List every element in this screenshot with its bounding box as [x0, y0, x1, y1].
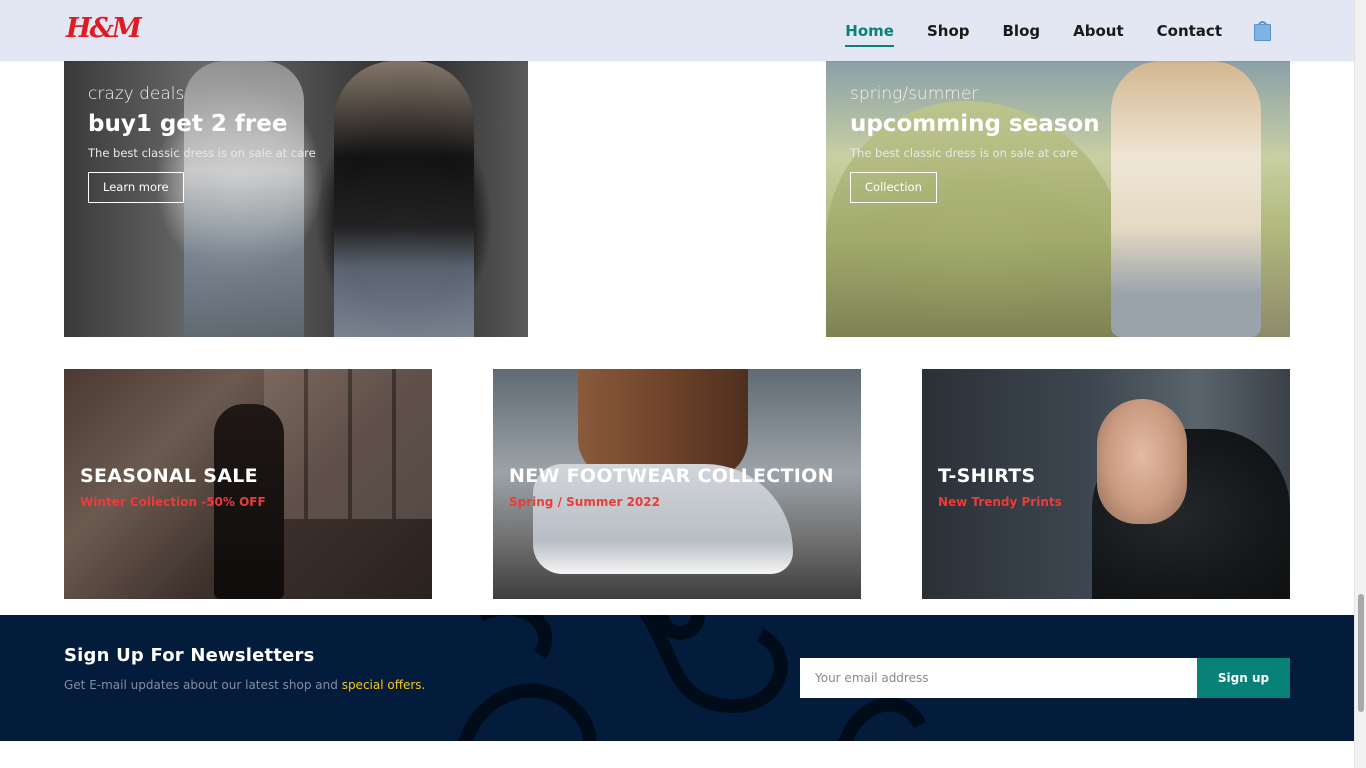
card-text: SEASONAL SALE Winter Collection -50% OFF: [80, 464, 266, 510]
banner-crazy-deals: crazy deals buy1 get 2 free The best cla…: [64, 61, 528, 337]
banner-upcoming-season: spring/summer upcomming season The best …: [826, 61, 1290, 337]
newsletter-description: Get E-mail updates about our latest shop…: [64, 678, 425, 692]
banner-description: The best classic dress is on sale at car…: [850, 146, 1078, 160]
card-subtitle: New Trendy Prints: [938, 495, 1062, 509]
nav-blog[interactable]: Blog: [1003, 21, 1041, 41]
banner-text: spring/summer upcomming season The best …: [850, 81, 1100, 203]
tshirts-card[interactable]: T-SHIRTS New Trendy Prints: [922, 369, 1290, 599]
nav-about[interactable]: About: [1073, 21, 1124, 41]
banner-headline: buy1 get 2 free: [88, 111, 288, 137]
email-input[interactable]: [800, 658, 1197, 698]
card-title: NEW FOOTWEAR COLLECTION: [509, 465, 834, 487]
special-offers-highlight: special offers.: [341, 678, 426, 692]
nav-home[interactable]: Home: [845, 21, 894, 47]
brand-logo[interactable]: H&M: [66, 10, 142, 48]
card-photo-face: [1097, 399, 1187, 524]
newsletter-description-text: Get E-mail updates about our latest shop…: [64, 678, 342, 692]
card-photo-background: [264, 369, 432, 519]
banner-photo-woman: [334, 61, 474, 337]
banner-headline: upcomming season: [850, 111, 1100, 137]
page-scrollbar[interactable]: [1354, 0, 1366, 768]
banner-text: crazy deals buy1 get 2 free The best cla…: [88, 81, 316, 203]
card-title: SEASONAL SALE: [80, 465, 258, 487]
scrollbar-thumb[interactable]: [1358, 594, 1364, 712]
learn-more-button[interactable]: Learn more: [88, 172, 184, 203]
newsletter-section: Sign Up For Newsletters Get E-mail updat…: [0, 615, 1354, 741]
card-text: T-SHIRTS New Trendy Prints: [938, 464, 1062, 510]
main-nav: Home Shop Blog About Contact: [812, 0, 1272, 61]
logo-text: H&M: [66, 13, 142, 44]
card-subtitle: Winter Collection -50% OFF: [80, 495, 266, 509]
sign-up-button[interactable]: Sign up: [1197, 658, 1290, 698]
card-subtitle: Spring / Summer 2022: [509, 495, 660, 509]
banner-kicker: spring/summer: [850, 84, 979, 104]
banner-photo-model: [1111, 61, 1261, 337]
site-header: H&M Home Shop Blog About Contact: [0, 0, 1354, 61]
banner-description: The best classic dress is on sale at car…: [88, 146, 316, 160]
nav-contact[interactable]: Contact: [1157, 21, 1222, 41]
banner-kicker: crazy deals: [88, 84, 185, 104]
card-photo-leg: [578, 369, 748, 479]
seasonal-sale-card[interactable]: SEASONAL SALE Winter Collection -50% OFF: [64, 369, 432, 599]
card-text: NEW FOOTWEAR COLLECTION Spring / Summer …: [509, 464, 834, 510]
footwear-collection-card[interactable]: NEW FOOTWEAR COLLECTION Spring / Summer …: [493, 369, 861, 599]
shopping-bag-icon[interactable]: [1254, 20, 1272, 41]
card-title: T-SHIRTS: [938, 465, 1036, 487]
collection-button[interactable]: Collection: [850, 172, 937, 203]
nav-shop[interactable]: Shop: [927, 21, 970, 41]
newsletter-title: Sign Up For Newsletters: [64, 645, 315, 666]
